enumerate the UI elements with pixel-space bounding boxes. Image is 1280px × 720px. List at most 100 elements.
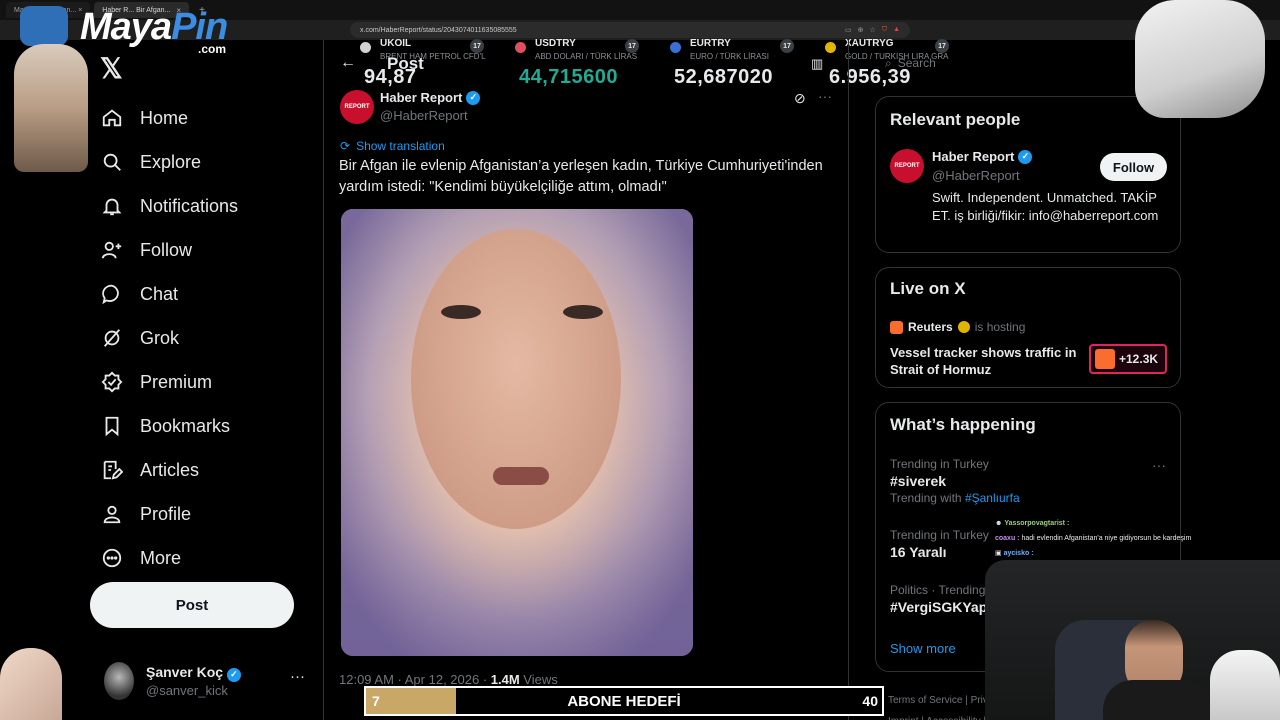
card-title: Live on X [890, 279, 966, 298]
author-name[interactable]: Haber Report ✓ [380, 90, 481, 105]
cat-overlay-image [14, 44, 88, 172]
nav-label: Premium [140, 371, 213, 392]
live-avatar-icon [1095, 349, 1115, 369]
nav-item-articles[interactable]: Articles [100, 448, 238, 492]
nav-label: Notifications [140, 195, 239, 216]
star-icon[interactable]: ☆ [870, 26, 876, 34]
video-eye [563, 305, 603, 319]
nav-item-premium[interactable]: Premium [100, 360, 238, 404]
more-icon[interactable]: ··· [818, 88, 832, 104]
trend-item[interactable]: Trending in Turkey #siverek Trending wit… [890, 457, 1020, 505]
avatar[interactable]: REPORT [890, 149, 924, 183]
nav-item-explore[interactable]: Explore [100, 140, 238, 184]
post-video[interactable] [341, 209, 693, 656]
account-name: Şanver Koç ✓ [146, 664, 241, 682]
trend-with: Trending with #Şanlıurfa [890, 491, 1020, 505]
trend-meta: Trending in Turkey [890, 528, 989, 542]
stream-chat: ☻ Yassorpovagtarist : coaxu : hadi evlen… [995, 516, 1235, 561]
trend-item[interactable]: Politics · Trending #VergiSGKYap... [890, 583, 999, 615]
nav-label: Chat [140, 283, 179, 304]
reuters-logo-icon [890, 320, 903, 334]
author-avatar[interactable]: REPORT [340, 90, 374, 124]
trend-name: #VergiSGKYap... [890, 599, 999, 615]
video-eye [441, 305, 481, 319]
nav-item-profile[interactable]: Profile [100, 492, 238, 536]
more-circle-icon [100, 546, 124, 570]
grok-explain-icon[interactable]: ⊘ [794, 90, 806, 107]
cat-mascot-icon [20, 6, 68, 46]
grok-icon [100, 326, 124, 350]
more-icon[interactable]: ··· [290, 668, 305, 685]
nav-label: Explore [140, 151, 202, 172]
account-handle[interactable]: @HaberReport [932, 168, 1020, 183]
extension-icon[interactable]: ▲ [893, 26, 900, 34]
post-text: Bir Afgan ile evlenip Afganistan’a yerle… [339, 158, 823, 195]
goal-label: ABONE HEDEFİ [567, 693, 681, 710]
nav-item-home[interactable]: Home [100, 96, 238, 140]
reader-mode-icon[interactable]: ▥ [811, 56, 823, 72]
x-logo-icon[interactable]: 𝕏 [100, 52, 123, 85]
shield-icon[interactable]: ⛉ [882, 26, 887, 34]
verified-badge-icon: ✓ [226, 667, 241, 682]
account-switcher[interactable]: Şanver Koç ✓ @sanver_kick ··· [104, 660, 314, 704]
compose-post-button[interactable]: Post [90, 582, 294, 628]
chat-badge-icon: ▣ [995, 550, 1004, 557]
account-bio: Swift. Independent. Unmatched. TAKİP ET.… [932, 190, 1159, 223]
chat-message: ☻ Yassorpovagtarist : [995, 520, 1070, 527]
hand-overlay-image [0, 648, 62, 720]
cat-overlay-image [1210, 650, 1280, 720]
more-icon[interactable]: ··· [1152, 457, 1166, 473]
nav-item-bookmarks[interactable]: Bookmarks [100, 404, 238, 448]
account-name[interactable]: Haber Report ✓ [932, 149, 1033, 164]
url-actions: ▭ ⊕ ☆ ⛉ ▲ [845, 26, 900, 34]
verified-badge-icon: ✓ [466, 90, 481, 105]
show-more-link[interactable]: Show more [890, 641, 956, 656]
nav-label: Articles [140, 459, 200, 480]
zoom-icon[interactable]: ⊕ [858, 26, 864, 34]
trend-name: #siverek [890, 473, 947, 489]
author-handle[interactable]: @HaberReport [380, 108, 468, 123]
trend-item[interactable]: Trending in Turkey 16 Yaralı [890, 528, 989, 560]
nav-label: Bookmarks [140, 415, 231, 436]
back-arrow-icon[interactable]: ← [340, 54, 356, 72]
card-title: Relevant people [890, 110, 1021, 129]
verified-badge-icon: ✓ [1018, 149, 1033, 164]
url-text: x.com/HaberReport/status/204307401163508… [360, 26, 517, 34]
trend-meta: Trending in Turkey [890, 457, 989, 471]
subscriber-goal-bar: 7 ABONE HEDEFİ 40 [364, 686, 884, 716]
nav-item-grok[interactable]: Grok [100, 316, 238, 360]
logo-suffix: .com [198, 42, 227, 56]
cat-overlay-image [1135, 0, 1265, 118]
gold-badge-icon [957, 321, 970, 333]
chat-message: coaxu : hadi evlendin Afganistan'a niye … [995, 535, 1192, 542]
main-nav: Home Explore Notifications Follow Chat G… [100, 96, 238, 580]
avatar [104, 662, 134, 700]
trend-meta: Politics · Trending [890, 583, 986, 597]
live-listener-count[interactable]: +12.3K [1089, 344, 1167, 374]
show-translation-link[interactable]: ⟳ Show translation [340, 139, 445, 153]
chat-message: ▣ aycisko : [995, 550, 1034, 557]
nav-label: More [140, 547, 182, 568]
post-timestamp: 12:09 AM · Apr 12, 2026 · 1.4M Views [339, 672, 558, 687]
search-icon: ⌕ [885, 55, 892, 70]
account-handle: @sanver_kick [146, 683, 228, 698]
nav-item-more[interactable]: More [100, 536, 238, 580]
goal-target: 40 [862, 693, 878, 709]
nav-item-follow[interactable]: Follow [100, 228, 238, 272]
live-host[interactable]: Reuters is hosting [890, 320, 1025, 334]
relevant-people-card: Relevant people REPORT Haber Report ✓ @Ha… [875, 96, 1181, 253]
nav-label: Follow [140, 239, 193, 260]
nav-label: Profile [140, 503, 192, 524]
live-headline[interactable]: Vessel tracker shows traffic in Strait o… [890, 344, 1080, 378]
home-icon [100, 106, 124, 130]
trend-name: 16 Yaralı [890, 544, 947, 560]
nav-item-notifications[interactable]: Notifications [100, 184, 238, 228]
page-title: Post [387, 54, 424, 73]
follow-button[interactable]: Follow [1100, 153, 1167, 181]
profile-icon [100, 502, 124, 526]
articles-icon [100, 458, 124, 482]
person-add-icon [100, 238, 124, 262]
screen-icon[interactable]: ▭ [845, 26, 852, 34]
nav-item-chat[interactable]: Chat [100, 272, 238, 316]
view-count: 1.4M [490, 672, 520, 687]
